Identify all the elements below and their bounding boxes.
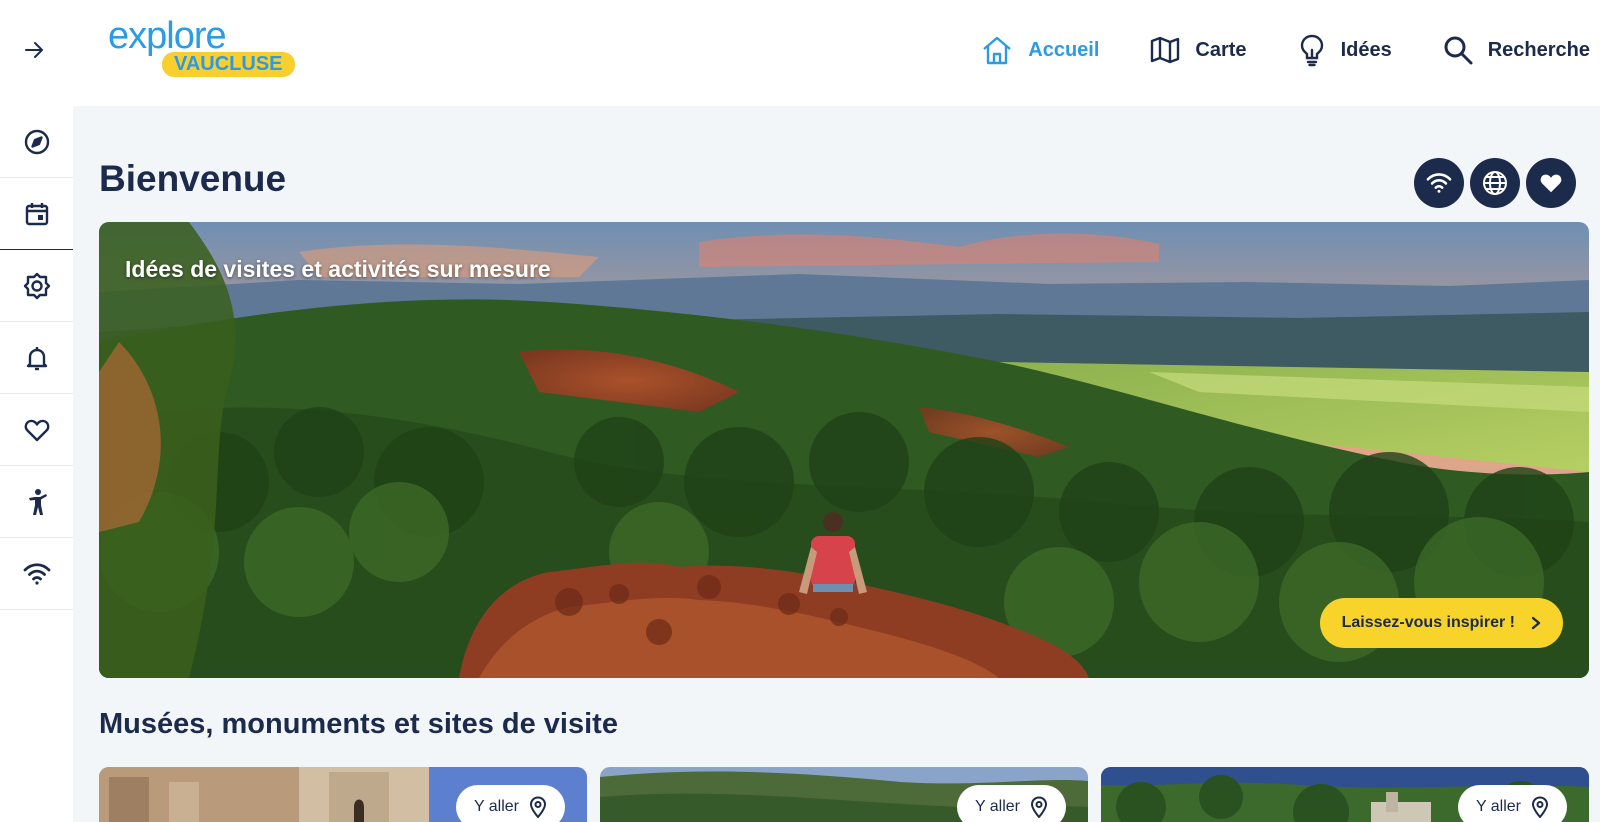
- location-pin-icon: [529, 796, 547, 818]
- logo-text-explore: explore: [108, 15, 227, 57]
- offline-button[interactable]: [1414, 158, 1464, 208]
- location-pin-icon: [1531, 796, 1549, 818]
- logo-text-vaucluse: VAUCLUSE: [162, 52, 295, 77]
- card-go-button[interactable]: Y aller: [455, 785, 565, 822]
- sidebar-item-explore[interactable]: [0, 106, 73, 178]
- expand-sidebar-button[interactable]: [14, 30, 54, 70]
- nav-recherche-label: Recherche: [1487, 38, 1590, 61]
- left-sidebar: [0, 106, 73, 822]
- nav-carte[interactable]: Carte: [1149, 28, 1247, 72]
- page-title: Bienvenue: [99, 158, 287, 199]
- compass-icon: [24, 129, 49, 154]
- nav-carte-label: Carte: [1195, 38, 1247, 61]
- site-card[interactable]: Y aller: [600, 767, 1088, 822]
- site-card[interactable]: Y aller: [99, 767, 587, 822]
- explore-vaucluse-logo[interactable]: explore VAUCLUSE: [108, 14, 308, 84]
- calendar-icon: [25, 202, 48, 225]
- sidebar-item-accessibility[interactable]: [0, 466, 73, 538]
- sidebar-item-agenda[interactable]: [0, 178, 73, 250]
- globe-icon: [1483, 171, 1507, 195]
- card-go-label: Y aller: [974, 798, 1020, 815]
- card-go-label: Y aller: [473, 798, 519, 815]
- sidebar-item-favorites[interactable]: [0, 394, 73, 466]
- card-go-button[interactable]: Y aller: [956, 785, 1066, 822]
- nav-idees[interactable]: Idées: [1297, 28, 1392, 72]
- favorites-button[interactable]: [1526, 158, 1576, 208]
- card-go-label: Y aller: [1475, 798, 1521, 815]
- nav-accueil-label: Accueil: [1028, 38, 1100, 61]
- lightbulb-icon: [1300, 34, 1323, 67]
- section-title: Musées, monuments et sites de visite: [99, 708, 618, 740]
- card-go-button[interactable]: Y aller: [1457, 785, 1567, 822]
- wifi-icon: [1426, 173, 1452, 193]
- quick-actions: [1408, 158, 1576, 208]
- hero-cta-button[interactable]: Laissez-vous inspirer !: [1319, 598, 1563, 648]
- main-navigation: Accueil Carte Idées Recherche: [930, 28, 1590, 72]
- home-icon: [983, 36, 1012, 65]
- heart-icon: [1540, 174, 1562, 193]
- cards-row: Y aller Y aller Y aller: [99, 767, 1589, 822]
- wifi-icon: [23, 562, 50, 585]
- nav-accueil[interactable]: Accueil: [980, 28, 1099, 72]
- sidebar-item-notifications[interactable]: [0, 322, 73, 394]
- accessibility-icon: [28, 488, 47, 515]
- hero-cta-label: Laissez-vous inspirer !: [1341, 614, 1515, 631]
- sidebar-item-offline[interactable]: [0, 538, 73, 610]
- sidebar-item-settings[interactable]: [0, 250, 73, 322]
- site-card[interactable]: Y aller: [1101, 767, 1589, 822]
- search-icon: [1444, 36, 1473, 65]
- nav-recherche[interactable]: Recherche: [1442, 28, 1590, 72]
- map-icon: [1151, 36, 1180, 64]
- top-bar: explore VAUCLUSE Accueil Carte Idées Rec…: [0, 0, 1600, 106]
- hero-banner[interactable]: Idées de visites et activités sur mesure…: [99, 222, 1589, 678]
- heart-icon: [24, 419, 49, 441]
- location-pin-icon: [1030, 796, 1048, 818]
- chevron-right-icon: [1531, 616, 1541, 630]
- bell-icon: [26, 346, 47, 370]
- settings-icon: [23, 272, 50, 299]
- hero-caption: Idées de visites et activités sur mesure: [125, 256, 551, 282]
- nav-idees-label: Idées: [1340, 38, 1392, 61]
- arrow-right-icon: [25, 42, 43, 58]
- language-button[interactable]: [1470, 158, 1520, 208]
